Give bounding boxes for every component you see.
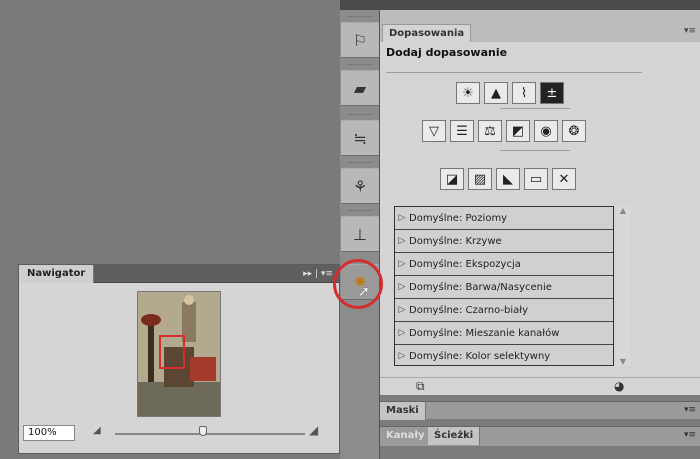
divider: [500, 150, 570, 151]
clone-source-icon[interactable]: ⚘: [341, 168, 379, 204]
expand-triangle-icon: ▷: [398, 236, 406, 246]
clip-layer-icon[interactable]: ◕: [614, 379, 624, 393]
grip-divider: [348, 210, 372, 213]
zoom-in-icon[interactable]: ◢: [309, 423, 333, 439]
adjustment-icons-row-2: ▽ ☰ ⚖ ◩ ◉ ❂: [422, 120, 586, 142]
preset-label: Domyślne: Barwa/Nasycenie: [409, 281, 552, 293]
panel-menu-icon[interactable]: ▾≡: [684, 430, 696, 440]
masks-panel: Maski ▾≡: [380, 401, 700, 420]
zoom-slider-knob[interactable]: [199, 426, 207, 436]
expand-triangle-icon: ▷: [398, 305, 406, 315]
tab-masks[interactable]: Maski: [380, 402, 426, 420]
preset-label: Domyślne: Ekspozycja: [409, 258, 521, 270]
threshold-icon[interactable]: ◣: [496, 168, 520, 190]
expand-triangle-icon: ▷: [398, 328, 406, 338]
invert-icon[interactable]: ◪: [440, 168, 464, 190]
black-white-icon[interactable]: ◩: [506, 120, 530, 142]
preset-label: Domyślne: Czarno-biały: [409, 304, 529, 316]
image-panel-icon[interactable]: ▰: [341, 70, 379, 106]
tab-paths[interactable]: Ścieżki: [428, 427, 481, 445]
zoom-slider-track[interactable]: [115, 433, 305, 435]
adjustments-footer: ⧉ ◕: [380, 377, 700, 395]
adjustments-panel: Dopasowania ▾≡ Dodaj dopasowanie ☀ ▲ ⌇ ±…: [380, 10, 700, 395]
history-panel-icon[interactable]: ⚐: [341, 22, 379, 58]
photo-filter-icon[interactable]: ◉: [534, 120, 558, 142]
preset-label: Domyślne: Krzywe: [409, 235, 502, 247]
preset-label: Domyślne: Kolor selektywny: [409, 350, 551, 362]
brightness-contrast-icon[interactable]: ☀: [456, 82, 480, 104]
adjustment-icons-row-3: ◪ ▨ ◣ ▭ ✕: [440, 168, 576, 190]
tab-adjustments[interactable]: Dopasowania: [382, 24, 472, 42]
color-balance-icon[interactable]: ⚖: [478, 120, 502, 142]
tool-presets-icon[interactable]: ⊥: [341, 216, 379, 252]
mouse-cursor-icon: ➚: [358, 284, 370, 300]
list-scrollbar[interactable]: ▲ ▼: [616, 206, 630, 366]
expand-triangle-icon: ▷: [398, 351, 406, 361]
collapsed-panel-icons: ⚐ ▰ ≒ ⚘ ⊥ ✷: [340, 10, 380, 459]
selective-color-icon[interactable]: ✕: [552, 168, 576, 190]
adjustment-icons-row-1: ☀ ▲ ⌇ ±: [456, 82, 564, 104]
grip-divider: [348, 162, 372, 165]
curves-icon[interactable]: ⌇: [512, 82, 536, 104]
presets-list: ▷ Domyślne: Poziomy ▷ Domyślne: Krzywe ▷ Do…: [394, 206, 614, 366]
list-item[interactable]: ▷ Domyślne: Czarno-biały: [395, 299, 613, 322]
expand-view-icon[interactable]: ⧉: [416, 379, 425, 394]
list-item[interactable]: ▷ Domyślne: Krzywe: [395, 230, 613, 253]
hue-saturation-icon[interactable]: ☰: [450, 120, 474, 142]
divider: [386, 72, 642, 73]
exposure-icon[interactable]: ±: [540, 82, 564, 104]
list-item[interactable]: ▷ Domyślne: Kolor selektywny: [395, 345, 613, 367]
channels-paths-panel: Kanały Ścieżki ▾≡: [380, 426, 700, 446]
list-item[interactable]: ▷ Domyślne: Barwa/Nasycenie: [395, 276, 613, 299]
zoom-input[interactable]: 100%: [23, 425, 75, 441]
grip-divider: [348, 64, 372, 67]
list-item[interactable]: ▷ Domyślne: Ekspozycja: [395, 253, 613, 276]
scroll-up-icon[interactable]: ▲: [616, 206, 630, 215]
zoom-out-icon[interactable]: ◢: [93, 425, 109, 439]
navigator-thumbnail[interactable]: [137, 291, 221, 417]
tab-channels[interactable]: Kanały: [380, 427, 432, 445]
panel-title: Dodaj dopasowanie: [386, 46, 508, 59]
list-item[interactable]: ▷ Domyślne: Mieszanie kanałów: [395, 322, 613, 345]
expand-triangle-icon: ▷: [398, 259, 406, 269]
thumbnail-photo: [138, 292, 220, 416]
expand-triangle-icon: ▷: [398, 213, 406, 223]
panel-menu-icon[interactable]: ▾≡: [684, 405, 696, 415]
channel-mixer-icon[interactable]: ❂: [562, 120, 586, 142]
preset-label: Domyślne: Poziomy: [409, 212, 508, 224]
vibrance-icon[interactable]: ▽: [422, 120, 446, 142]
brushes-panel-icon[interactable]: ≒: [341, 120, 379, 156]
panel-menu-icon[interactable]: ▾≡: [684, 26, 696, 36]
divider: [500, 108, 570, 109]
scroll-down-icon[interactable]: ▼: [616, 357, 630, 366]
panel-dock-topbar: [340, 0, 700, 10]
navigator-header: Nawigator ▸▸ | ▾≡: [19, 265, 339, 283]
adjustments-header: Dopasowania ▾≡: [380, 10, 700, 42]
gradient-map-icon[interactable]: ▭: [524, 168, 548, 190]
posterize-icon[interactable]: ▨: [468, 168, 492, 190]
grip-divider: [348, 16, 372, 19]
list-item[interactable]: ▷ Domyślne: Poziomy: [395, 207, 613, 230]
navigator-panel: Nawigator ▸▸ | ▾≡ 100% ◢ ◢: [18, 264, 340, 454]
panel-menu-icon[interactable]: ▸▸ | ▾≡: [303, 267, 333, 281]
levels-icon[interactable]: ▲: [484, 82, 508, 104]
preset-label: Domyślne: Mieszanie kanałów: [409, 327, 560, 339]
grip-divider: [348, 114, 372, 117]
tab-navigator[interactable]: Nawigator: [19, 265, 95, 283]
expand-triangle-icon: ▷: [398, 282, 406, 292]
